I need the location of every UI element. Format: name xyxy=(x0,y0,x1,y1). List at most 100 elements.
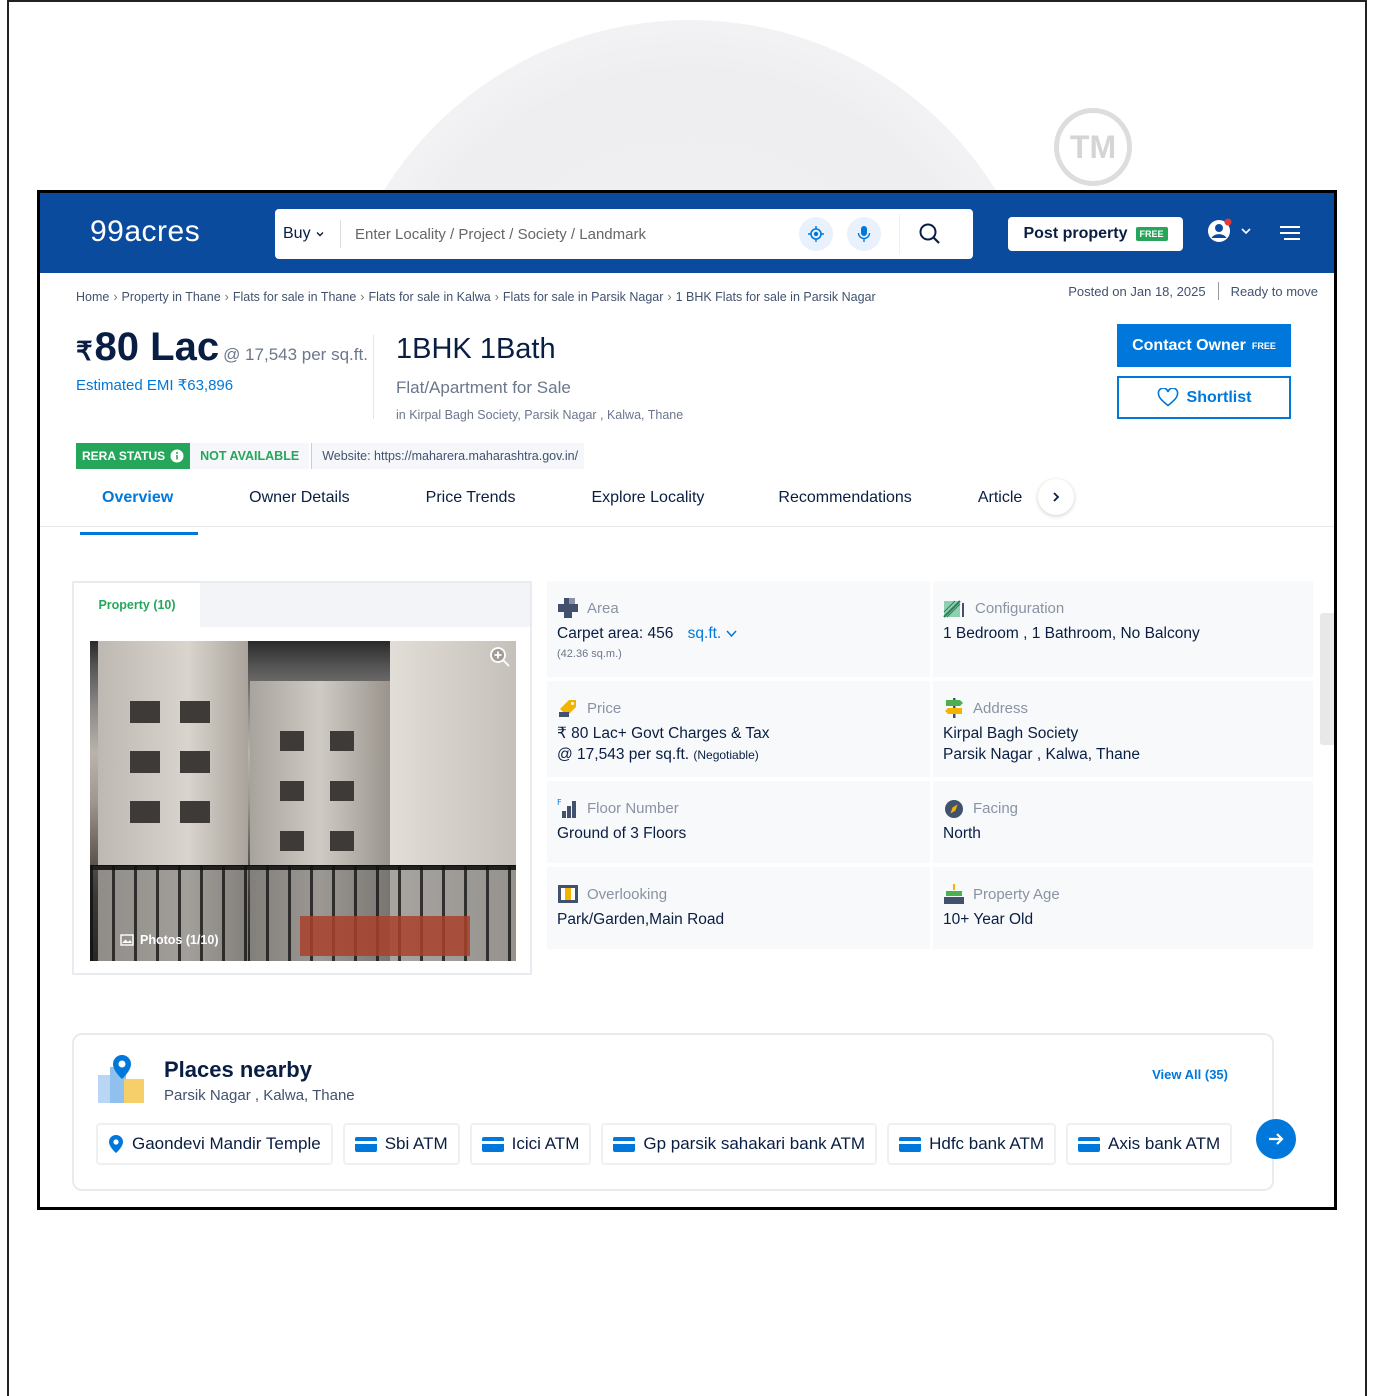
breadcrumb-item[interactable]: Flats for sale in Parsik Nagar xyxy=(503,290,663,304)
zoom-in-icon[interactable] xyxy=(488,645,512,669)
detail-price: Price ₹ 80 Lac+ Govt Charges & Tax @ 17,… xyxy=(547,681,930,777)
divider xyxy=(373,335,374,419)
rera-website-link[interactable]: Website: https://maharera.maharashtra.go… xyxy=(311,443,585,469)
tab-explore-locality[interactable]: Explore Locality xyxy=(591,483,704,527)
breadcrumb-item[interactable]: Flats for sale in Kalwa xyxy=(368,290,490,304)
photo-count-label: Photos (1/10) xyxy=(140,933,219,947)
property-photo[interactable]: Photos (1/10) xyxy=(90,641,516,961)
place-chip[interactable]: Hdfc bank ATM xyxy=(887,1123,1057,1165)
details-row: Overlooking Park/Garden,Main Road Proper… xyxy=(547,867,1313,949)
place-chip[interactable]: Axis bank ATM xyxy=(1066,1123,1233,1165)
breadcrumb-item[interactable]: Property in Thane xyxy=(122,290,221,304)
detail-floor: F Floor Number Ground of 3 Floors xyxy=(547,781,930,863)
detail-area-label: Area xyxy=(587,599,619,617)
area-unit-dropdown[interactable]: sq.ft. xyxy=(688,625,737,642)
tab-overview[interactable]: Overview xyxy=(79,483,199,535)
title-block: 1BHK 1Bath Flat/Apartment for Sale in Ki… xyxy=(396,333,683,422)
buy-dropdown[interactable]: Buy xyxy=(283,220,341,248)
price-value: 80 Lac xyxy=(94,325,220,369)
places-scroll-right-button[interactable] xyxy=(1256,1119,1296,1159)
detail-price-psf-row: @ 17,543 per sq.ft. (Negotiable) xyxy=(557,744,920,766)
detail-address-line1: Kirpal Bagh Society xyxy=(943,725,1079,742)
detail-overlooking-label: Overlooking xyxy=(587,885,668,903)
place-chip-label: Axis bank ATM xyxy=(1108,1134,1221,1153)
detail-property-age: Property Age 10+ Year Old xyxy=(930,867,1313,949)
tab-property-photos[interactable]: Property (10) xyxy=(74,583,200,627)
detail-floor-value: Ground of 3 Floors xyxy=(557,825,687,842)
area-unit-label: sq.ft. xyxy=(687,625,722,642)
tab-article[interactable]: Article xyxy=(978,483,1022,527)
property-title: 1BHK 1Bath xyxy=(396,333,556,365)
cake-icon xyxy=(944,884,964,904)
photo-window xyxy=(180,751,210,773)
place-chip[interactable]: Sbi ATM xyxy=(342,1123,460,1165)
contact-owner-button[interactable]: Contact Owner FREE xyxy=(1117,324,1291,367)
logo[interactable]: 99acres xyxy=(90,215,200,249)
hamburger-menu-button[interactable] xyxy=(1278,223,1302,248)
property-details-grid: Area Carpet area: 456 sq.ft. (42.36 sq.m… xyxy=(547,581,1313,953)
photo-count-badge[interactable]: Photos (1/10) xyxy=(120,933,219,947)
side-feedback-tab[interactable] xyxy=(1320,613,1334,745)
place-chip[interactable]: Gp parsik sahakari bank ATM xyxy=(601,1123,878,1165)
user-menu-button[interactable] xyxy=(1206,217,1252,245)
breadcrumb-item[interactable]: Home xyxy=(76,290,109,304)
property-location: in Kirpal Bagh Society, Parsik Nagar , K… xyxy=(396,408,684,422)
contact-owner-label: Contact Owner xyxy=(1132,336,1246,354)
place-chip[interactable]: Gaondevi Mandir Temple xyxy=(96,1123,333,1165)
search-button[interactable] xyxy=(899,214,959,254)
atm-card-icon xyxy=(899,1136,922,1152)
photo-window xyxy=(130,801,160,823)
detail-address-line2: Parsik Nagar , Kalwa, Thane xyxy=(943,746,1141,763)
free-badge: FREE xyxy=(1251,340,1276,351)
detail-area-value-row: Carpet area: 456 sq.ft. xyxy=(557,623,920,644)
detail-configuration-label-row: Configuration xyxy=(943,597,1303,619)
chevron-down-icon xyxy=(316,232,324,237)
divider xyxy=(40,526,1334,527)
detail-facing-label-row: Facing xyxy=(943,797,1303,819)
microphone-icon xyxy=(857,226,871,242)
tab-price-trends[interactable]: Price Trends xyxy=(426,483,516,527)
possession-status: Ready to move xyxy=(1230,283,1318,299)
top-header: 99acres Buy Post property FREE xyxy=(40,193,1334,273)
search-icon xyxy=(919,223,940,244)
place-chip-label: Sbi ATM xyxy=(384,1134,448,1153)
details-row: Price ₹ 80 Lac+ Govt Charges & Tax @ 17,… xyxy=(547,681,1313,777)
shortlist-label: Shortlist xyxy=(1186,388,1252,406)
detail-configuration-value: 1 Bedroom , 1 Bathroom, No Balcony xyxy=(943,625,1200,642)
voice-search-button[interactable] xyxy=(847,217,881,251)
signpost-icon xyxy=(945,698,963,718)
estimated-emi-link[interactable]: Estimated EMI ₹63,896 xyxy=(76,376,376,394)
shortlist-button[interactable]: Shortlist xyxy=(1117,376,1291,419)
detail-configuration: Configuration 1 Bedroom , 1 Bathroom, No… xyxy=(930,581,1313,677)
section-tabs: Overview Owner Details Price Trends Expl… xyxy=(76,483,1126,535)
tab-recommendations[interactable]: Recommendations xyxy=(778,483,911,527)
post-property-button[interactable]: Post property FREE xyxy=(1008,217,1183,251)
detail-overlooking: Overlooking Park/Garden,Main Road xyxy=(547,867,930,949)
area-icon xyxy=(558,598,578,618)
detail-age-label: Property Age xyxy=(973,885,1060,903)
divider xyxy=(1217,282,1219,300)
place-chip[interactable]: Icici ATM xyxy=(469,1123,592,1165)
place-chip-label: Hdfc bank ATM xyxy=(929,1134,1045,1153)
breadcrumb-item: 1 BHK Flats for sale in Parsik Nagar xyxy=(675,290,876,304)
detail-price-psf: @ 17,543 per sq.ft. xyxy=(557,746,690,763)
trademark-watermark: TM xyxy=(1054,108,1132,186)
atm-card-icon xyxy=(613,1136,636,1152)
place-chip-label: Gp parsik sahakari bank ATM xyxy=(643,1134,866,1153)
price-tag-icon xyxy=(559,700,576,717)
buy-label: Buy xyxy=(283,225,311,242)
detail-area-sqm: (42.36 sq.m.) xyxy=(557,648,622,660)
rera-status-badge[interactable]: RERA STATUS xyxy=(76,443,191,469)
search-input[interactable] xyxy=(355,225,785,243)
tabs-scroll-right-button[interactable] xyxy=(1038,479,1074,515)
view-all-places-link[interactable]: View All (35) xyxy=(1152,1067,1228,1082)
tab-owner-details[interactable]: Owner Details xyxy=(249,483,349,527)
locate-me-button[interactable] xyxy=(799,217,833,251)
user-avatar-icon xyxy=(1208,218,1232,242)
detail-price-value: ₹ 80 Lac+ Govt Charges & Tax xyxy=(557,725,770,742)
breadcrumb-item[interactable]: Flats for sale in Thane xyxy=(233,290,356,304)
property-type: Flat/Apartment for Sale xyxy=(396,378,571,397)
image-icon xyxy=(120,934,134,946)
detail-area-label-row: Area xyxy=(557,597,920,619)
posted-date: Posted on Jan 18, 2025 xyxy=(1068,283,1206,299)
